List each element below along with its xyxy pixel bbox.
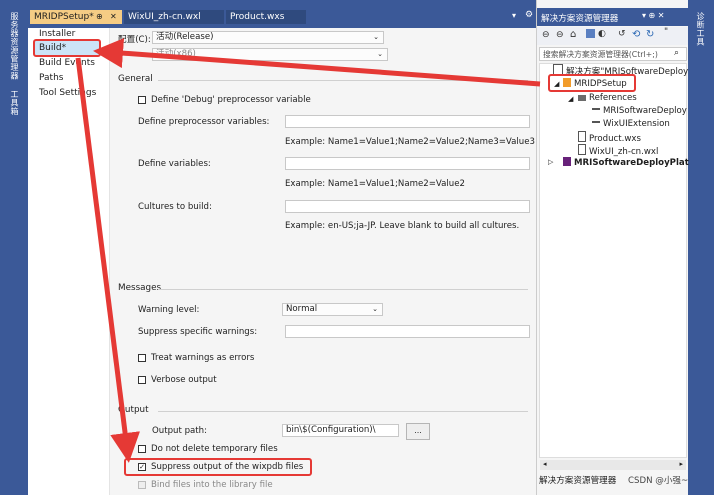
- arrow-to-build-nav: [93, 38, 541, 87]
- annotation-arrows: [75, 38, 541, 463]
- arrow-to-suppress-wixpdb: [75, 57, 141, 463]
